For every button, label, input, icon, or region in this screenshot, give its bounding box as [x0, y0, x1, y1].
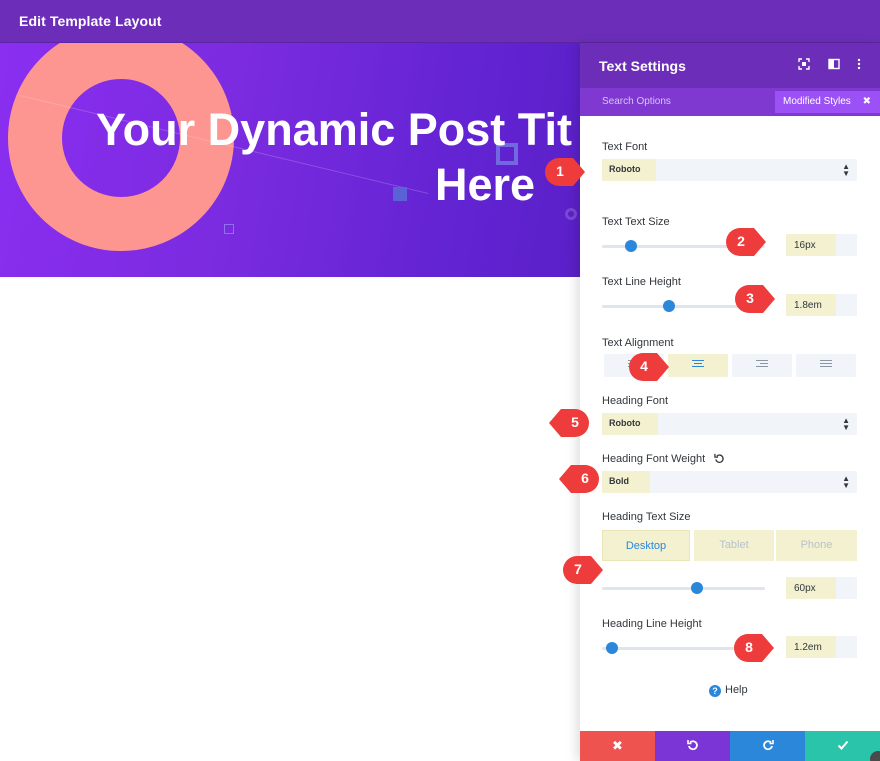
callout-marker: 5 — [548, 408, 590, 438]
help-icon: ? — [709, 685, 721, 697]
cancel-button[interactable]: ✖ — [580, 731, 655, 761]
align-justify-icon — [820, 360, 832, 369]
heading-text-size-slider[interactable] — [602, 582, 765, 594]
align-center-icon — [692, 360, 704, 369]
heading-font-value: Roboto — [609, 418, 641, 428]
select-caret-icon: ▲ ▼ — [842, 416, 850, 432]
undo-button[interactable] — [655, 731, 730, 761]
panel-header: Text Settings — [580, 43, 880, 88]
hero-preview: Your Dynamic Post Tit Here — [0, 43, 580, 277]
heading-font-weight-value: Bold — [609, 476, 629, 486]
decorative-square — [393, 187, 407, 201]
align-right-button[interactable] — [732, 354, 792, 377]
slider-handle[interactable] — [605, 642, 618, 654]
text-font-value: Roboto — [609, 164, 641, 174]
tab-tablet[interactable]: Tablet — [694, 530, 774, 561]
decorative-square — [224, 224, 234, 234]
search-options-input[interactable]: Search Options — [602, 96, 671, 107]
heading-font-weight-select[interactable]: Bold ▲ ▼ — [602, 471, 857, 493]
text-size-value: 16px — [794, 240, 816, 251]
callout-marker: 4 — [628, 352, 670, 382]
align-right-icon — [756, 360, 768, 369]
more-icon[interactable] — [852, 58, 866, 72]
modified-styles-label: Modified Styles — [783, 96, 851, 107]
reset-icon[interactable] — [714, 453, 725, 467]
expand-icon[interactable] — [797, 58, 811, 72]
panel-title: Text Settings — [599, 58, 686, 74]
panel-footer: ✖ — [580, 731, 880, 761]
redo-button[interactable] — [730, 731, 805, 761]
select-caret-icon: ▲ ▼ — [842, 474, 850, 490]
close-icon: ✖ — [612, 738, 623, 753]
tab-desktop[interactable]: Desktop — [602, 530, 690, 561]
callout-marker: 7 — [562, 555, 604, 585]
text-line-height-label: Text Line Height — [602, 276, 681, 288]
slider-handle[interactable] — [662, 300, 675, 312]
heading-font-select[interactable]: Roboto ▲ ▼ — [602, 413, 857, 435]
tab-phone[interactable]: Phone — [776, 530, 857, 561]
sidebar-icon[interactable] — [827, 58, 841, 72]
heading-line-height-value: 1.2em — [794, 642, 822, 653]
text-font-label: Text Font — [602, 141, 648, 153]
callout-marker: 1 — [544, 157, 586, 187]
callout-marker: 6 — [558, 464, 600, 494]
check-icon — [837, 740, 848, 750]
text-size-label: Text Text Size — [602, 216, 670, 228]
slider-handle[interactable] — [625, 240, 638, 252]
top-bar: Edit Template Layout — [0, 0, 880, 43]
modified-styles-filter[interactable]: Modified Styles ✖ — [775, 91, 880, 113]
select-caret-icon: ▲ ▼ — [842, 162, 850, 178]
text-font-select[interactable]: Roboto ▲ ▼ — [602, 159, 857, 181]
save-button[interactable] — [805, 731, 880, 761]
text-line-height-value: 1.8em — [794, 300, 822, 311]
close-icon[interactable]: ✖ — [863, 91, 871, 113]
help-link[interactable]: ? Help — [709, 684, 748, 697]
callout-marker: 2 — [725, 227, 767, 257]
heading-text-size-value: 60px — [794, 583, 816, 594]
resize-handle[interactable] — [870, 751, 880, 761]
slider-handle[interactable] — [690, 582, 703, 594]
heading-font-label: Heading Font — [602, 395, 669, 407]
text-line-height-input[interactable]: 1.8em — [786, 294, 857, 316]
heading-text-size-label: Heading Text Size — [602, 511, 691, 523]
heading-text-size-input[interactable]: 60px — [786, 577, 857, 599]
text-alignment-label: Text Alignment — [602, 337, 674, 349]
redo-icon — [762, 740, 774, 751]
text-size-input[interactable]: 16px — [786, 234, 857, 256]
heading-line-height-label: Heading Line Height — [602, 618, 702, 630]
builder-title: Edit Template Layout — [19, 13, 162, 29]
heading-line-height-input[interactable]: 1.2em — [786, 636, 857, 658]
settings-panel: Text Settings Search Options Modified St… — [580, 43, 880, 761]
align-justify-button[interactable] — [796, 354, 856, 377]
panel-tabs: Search Options Modified Styles ✖ — [580, 88, 880, 116]
post-title-line2: Here — [435, 159, 536, 210]
callout-marker: 8 — [733, 633, 775, 663]
align-center-button[interactable] — [668, 354, 728, 377]
callout-marker: 3 — [734, 284, 776, 314]
undo-icon — [686, 740, 698, 751]
post-title-line1: Your Dynamic Post Tit — [96, 104, 572, 155]
heading-font-weight-label: Heading Font Weight — [602, 453, 725, 467]
decorative-dot — [565, 208, 577, 220]
